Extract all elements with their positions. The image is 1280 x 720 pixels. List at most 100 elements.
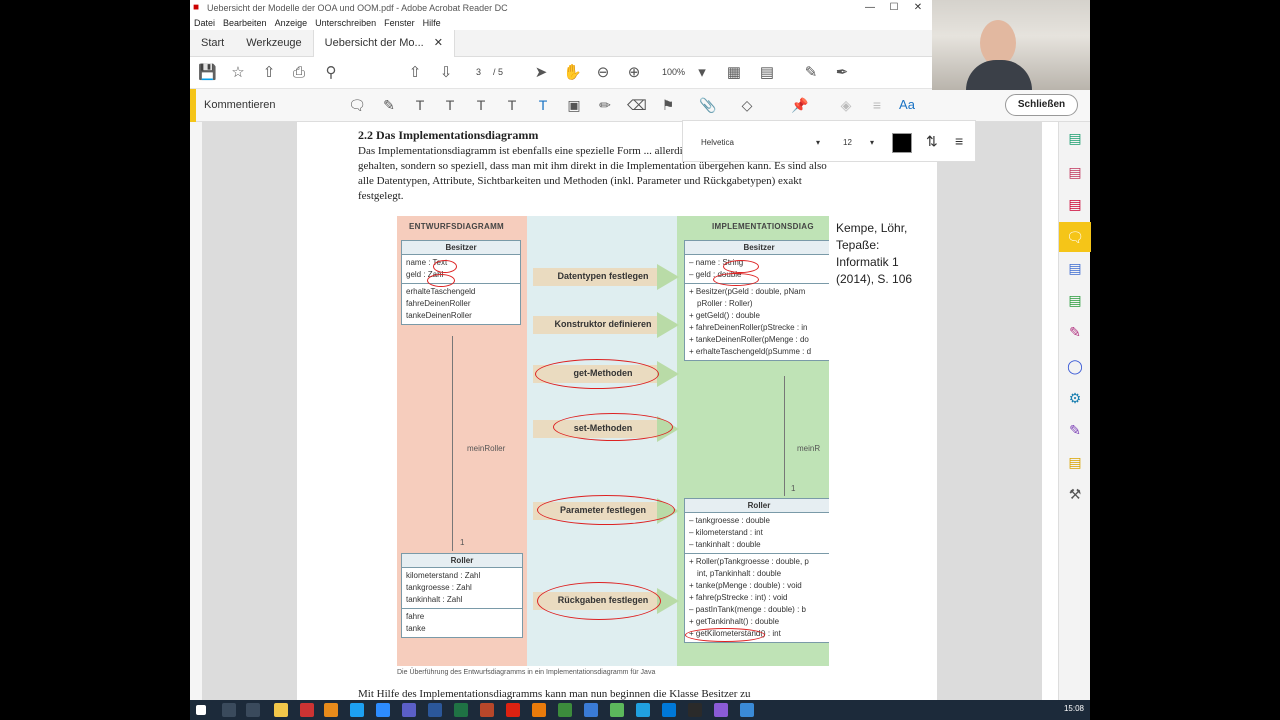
page-number-input[interactable]: 3 [476,67,481,77]
windows-start-icon[interactable] [196,705,206,715]
word-icon[interactable] [428,703,442,717]
attribute-row: tankinhalt : Zahl [406,595,463,604]
zoom-dropdown-icon[interactable]: ▾ [693,64,711,82]
libreoffice-icon[interactable] [584,703,598,717]
right-tools-panel: ▤ ▤ ▤ 🗨 ▤ ▤ ✎ ◯ ⚙ ✎ ▤ ⚒ [1058,122,1091,700]
scroll-mode-icon[interactable]: ▤ [758,64,776,82]
search-taskbar-icon[interactable] [222,703,236,717]
add-text-icon[interactable]: T [534,96,552,114]
star-icon[interactable]: ☆ [229,64,247,82]
edit-pdf-icon[interactable]: ▤ [1065,290,1085,310]
maximize-icon[interactable]: ☐ [882,0,906,16]
close-comment-button[interactable]: Schließen [1005,94,1078,116]
print-icon[interactable]: ⎙ [290,64,308,82]
send-track-icon[interactable]: ⚙ [1065,388,1085,408]
underline-text-icon[interactable]: T [411,96,429,114]
app-icon[interactable] [740,703,754,717]
comment-tools-icon[interactable]: ✒ [833,64,851,82]
sign-icon[interactable]: ✎ [1065,420,1085,440]
more-tools-icon[interactable]: ⚒ [1065,484,1085,504]
menu-bearbeiten[interactable]: Bearbeiten [223,16,267,30]
strikethrough-text-icon[interactable]: T [441,96,459,114]
taskbar-clock[interactable]: 15:08 [1064,704,1084,713]
app-icon[interactable] [558,703,572,717]
browser-icon[interactable] [300,703,314,717]
text-properties-icon[interactable]: Aa [898,96,916,114]
close-window-icon[interactable]: ✕ [906,0,930,16]
menu-anzeige[interactable]: Anzeige [275,16,308,30]
upload-icon[interactable]: ⇧ [260,64,278,82]
font-dropdown-icon[interactable]: ▾ [816,138,820,147]
tab-tools[interactable]: Werkzeuge [235,30,312,57]
create-pdf-icon[interactable]: ▤ [1065,128,1085,148]
excel-icon[interactable] [454,703,468,717]
organize-pages-icon[interactable]: ▤ [1065,162,1085,182]
fill-sign-icon[interactable]: ✎ [802,64,820,82]
file-explorer-icon[interactable] [274,703,288,717]
acrobat-taskbar-icon[interactable] [506,703,520,717]
insert-text-icon[interactable]: T [503,96,521,114]
line-spacing-icon[interactable]: ⇅ [926,133,938,150]
protect-icon[interactable]: ◯ [1065,356,1085,376]
edge-icon[interactable] [662,703,676,717]
method-row: pRoller : Roller) [697,299,753,308]
tab-document[interactable]: Uebersicht der Mo... ✕ [312,30,455,57]
menu-fenster[interactable]: Fenster [384,16,415,30]
font-size-select[interactable]: 12 [843,138,852,147]
class-attributes: – tankgroesse : double – kilometerstand … [685,513,829,554]
powerpoint-icon[interactable] [480,703,494,717]
menu-hilfe[interactable]: Hilfe [423,16,441,30]
select-pointer-icon[interactable]: ➤ [532,64,550,82]
fit-page-icon[interactable]: ▦ [725,64,743,82]
tab-start[interactable]: Start [190,30,235,57]
citation-textbox[interactable]: Kempe, Löhr, Tepaße: Informatik 1 (2014)… [836,220,912,288]
firefox-icon[interactable] [324,703,338,717]
search-icon[interactable]: ⚲ [322,64,340,82]
menu-unterschreiben[interactable]: Unterschreiben [315,16,376,30]
zoom-out-icon[interactable]: ⊖ [594,64,612,82]
export-pdf-icon[interactable]: ▤ [1065,194,1085,214]
task-view-icon[interactable] [246,703,260,717]
zoom-app-icon[interactable] [376,703,390,717]
combine-files-icon[interactable]: ▤ [1065,258,1085,278]
eraser-icon[interactable]: ⌫ [627,96,647,114]
pencil-icon[interactable]: ✏ [596,96,614,114]
zoom-level-select[interactable]: 100% [662,67,685,77]
text-box-icon[interactable]: ▣ [565,96,583,114]
class-name: Roller [685,499,829,513]
page-down-icon[interactable]: ⇩ [437,64,455,82]
hand-icon[interactable]: ✋ [563,64,582,82]
fill-color-icon[interactable]: ◈ [837,96,855,114]
comment-tool-icon[interactable]: 🗨 [1059,222,1091,252]
chrome-icon[interactable] [350,703,364,717]
ink-circle-text [433,260,457,273]
highlight-icon[interactable]: ✎ [380,96,398,114]
app-icon[interactable] [714,703,728,717]
app-icon[interactable] [636,703,650,717]
sticky-note-icon[interactable]: 🗨 [348,96,366,114]
shapes-icon[interactable]: ◇ [738,96,756,114]
font-family-select[interactable]: Helvetica [701,138,734,147]
line-width-icon[interactable]: ≡ [868,96,886,114]
close-tab-icon[interactable]: ✕ [434,30,443,57]
stamp-icon[interactable]: ⚑ [659,96,677,114]
menu-datei[interactable]: Datei [194,16,215,30]
text-color-swatch[interactable] [892,133,912,153]
size-dropdown-icon[interactable]: ▾ [870,138,874,147]
save-icon[interactable]: 💾 [198,64,217,82]
obs-icon[interactable] [688,703,702,717]
page-up-icon[interactable]: ⇧ [406,64,424,82]
pin-icon[interactable]: 📌 [791,96,809,114]
ink-circle-rueckgaben [537,582,661,620]
left-panel-toggle[interactable] [190,122,202,700]
replace-text-icon[interactable]: T [472,96,490,114]
list-format-icon[interactable]: ≡ [955,133,963,149]
minimize-icon[interactable]: — [858,0,882,16]
vlc-icon[interactable] [532,703,546,717]
send-review-icon[interactable]: ▤ [1065,452,1085,472]
teams-icon[interactable] [402,703,416,717]
fill-sign-side-icon[interactable]: ✎ [1065,322,1085,342]
attach-icon[interactable]: 📎 [699,96,717,114]
app-icon[interactable] [610,703,624,717]
zoom-in-icon[interactable]: ⊕ [625,64,643,82]
